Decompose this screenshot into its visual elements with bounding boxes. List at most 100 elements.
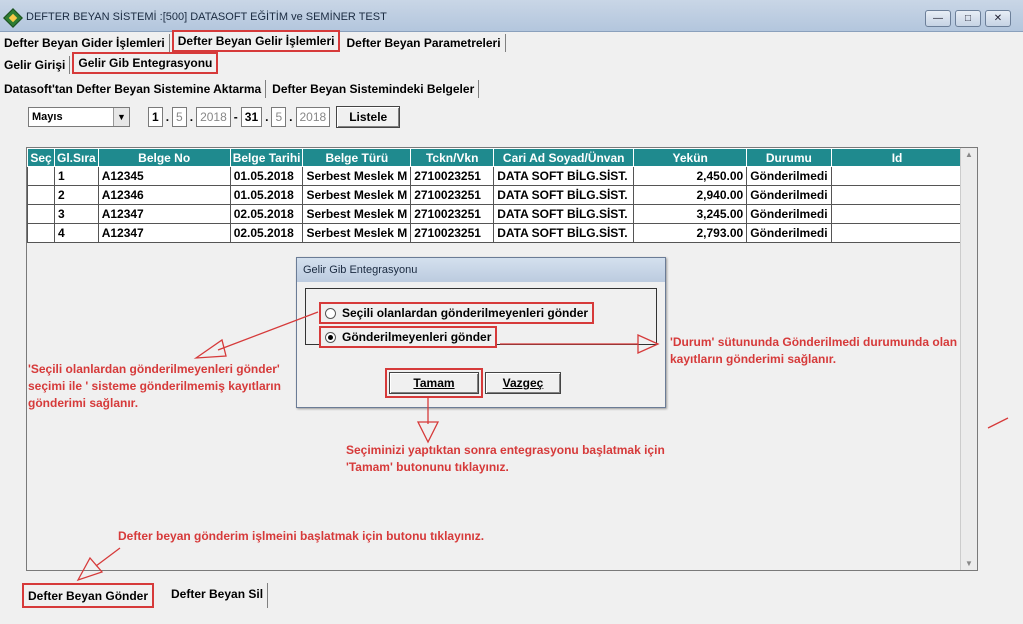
id-cell	[830, 185, 964, 205]
column-header[interactable]: Cari Ad Soyad/Ünvan	[493, 148, 635, 167]
cari-ad-cell: DATA SOFT BİLG.SİST.	[493, 204, 635, 224]
radio-selected-unsent[interactable]: Seçili olanlardan gönderilmeyenleri gönd…	[319, 302, 595, 324]
durum-cell: Gönderilmedi	[746, 166, 832, 186]
app-logo-icon	[3, 8, 23, 28]
radio-off-icon	[325, 307, 336, 319]
column-header[interactable]: Gl.Sıra	[54, 148, 99, 167]
cari-ad-cell: DATA SOFT BİLG.SİST.	[493, 223, 635, 243]
stray-mark-line	[987, 417, 1009, 429]
tab-aktarma[interactable]: Datasoft'tan Defter Beyan Sistemine Akta…	[0, 80, 267, 98]
column-header[interactable]: Tckn/Vkn	[410, 148, 495, 167]
cancel-label: Vazgeç	[502, 376, 544, 390]
id-cell	[830, 166, 964, 186]
tab-parametreler[interactable]: Defter Beyan Parametreleri	[342, 34, 506, 52]
table-row[interactable]: 1 A12345 01.05.2018 Serbest Meslek M 271…	[27, 166, 964, 186]
select-cell[interactable]	[27, 223, 55, 243]
defter-beyan-sil-button[interactable]: Defter Beyan Sil	[167, 583, 269, 608]
column-header[interactable]: Belge Tarihi	[229, 148, 304, 167]
scroll-down-icon[interactable]: ▼	[961, 559, 977, 568]
option-group: Seçili olanlardan gönderilmeyenleri gönd…	[305, 288, 657, 348]
scroll-up-icon[interactable]: ▲	[961, 148, 977, 162]
annotation-line: kayıtların gönderimi sağlanır.	[670, 352, 837, 366]
ok-button[interactable]: Tamam	[385, 368, 483, 398]
tab-gib-entegrasyonu[interactable]: Gelir Gib Entegrasyonu	[72, 52, 219, 74]
tab-sistemdeki-belgeler[interactable]: Defter Beyan Sistemindeki Belgeler	[268, 80, 480, 98]
cancel-button[interactable]: Vazgeç	[485, 372, 561, 394]
month-value: Mayıs	[32, 111, 63, 123]
belge-tarihi-cell: 01.05.2018	[229, 166, 304, 186]
defter-beyan-gonder-button[interactable]: Defter Beyan Gönder	[22, 583, 155, 608]
filter-row: Mayıs ▼ 1 . 5 . 2018 - 31 . 5 . 2018 Lis…	[28, 106, 401, 128]
column-header[interactable]: Belge No	[97, 148, 231, 167]
yekun-cell: 3,245.00	[633, 204, 748, 224]
sub-tab-bar: Gelir Girişi Gelir Gib Entegrasyonu	[0, 52, 220, 74]
tckn-cell: 2710023251	[410, 204, 495, 224]
tckn-cell: 2710023251	[410, 166, 495, 186]
sira-cell: 4	[54, 223, 99, 243]
annotation-line: seçimi ile ' sisteme gönderilmemiş kayıt…	[28, 379, 281, 393]
records-table: Seç Gl.Sıra Belge No Belge Tarihi Belge …	[27, 148, 964, 243]
column-header[interactable]: Seç	[27, 148, 55, 167]
annotation-line: gönderimi sağlanır.	[28, 396, 139, 410]
table-row[interactable]: 4 A12347 02.05.2018 Serbest Meslek M 271…	[27, 223, 964, 243]
radio-label: Gönderilmeyenleri gönder	[342, 330, 492, 344]
id-cell	[830, 223, 964, 243]
close-button[interactable]: ✕	[985, 10, 1011, 27]
annotation-right: 'Durum' sütununda Gönderilmedi durumunda…	[670, 334, 957, 368]
durum-cell: Gönderilmedi	[746, 223, 832, 243]
end-day-field[interactable]: 31	[240, 107, 263, 127]
sira-cell: 1	[54, 166, 99, 186]
month-select[interactable]: Mayıs ▼	[28, 107, 130, 127]
select-cell[interactable]	[27, 166, 55, 186]
annotation-line: 'Tamam' butonunu tıklayınız.	[346, 460, 509, 474]
belge-no-cell: A12347	[97, 223, 231, 243]
column-header[interactable]: Id	[830, 148, 964, 167]
chevron-down-icon[interactable]: ▼	[113, 108, 129, 126]
annotation-line: 'Seçili olanlardan gönderilmeyenleri gön…	[28, 362, 280, 376]
belge-no-cell: A12346	[97, 185, 231, 205]
vertical-scrollbar[interactable]: ▲ ▼	[960, 148, 977, 570]
yekun-cell: 2,940.00	[633, 185, 748, 205]
start-month-field[interactable]: 5	[172, 107, 187, 127]
tab-gider-islemleri[interactable]: Defter Beyan Gider İşlemleri	[0, 34, 170, 52]
belge-tarihi-cell: 02.05.2018	[229, 204, 304, 224]
sira-cell: 3	[54, 204, 99, 224]
durum-cell: Gönderilmedi	[746, 204, 832, 224]
belge-tarihi-cell: 02.05.2018	[229, 223, 304, 243]
gib-integration-dialog: Gelir Gib Entegrasyonu Seçili olanlardan…	[296, 257, 666, 408]
durum-cell: Gönderilmedi	[746, 185, 832, 205]
radio-all-unsent[interactable]: Gönderilmeyenleri gönder	[319, 326, 498, 348]
select-cell[interactable]	[27, 185, 55, 205]
tab-gelir-girisi[interactable]: Gelir Girişi	[0, 56, 71, 74]
select-cell[interactable]	[27, 204, 55, 224]
column-header[interactable]: Belge Türü	[302, 148, 412, 167]
end-year-field[interactable]: 2018	[295, 107, 331, 127]
end-month-field[interactable]: 5	[271, 107, 287, 127]
radio-on-icon	[325, 331, 336, 343]
annotation-line: 'Durum' sütununda Gönderilmedi durumunda…	[670, 335, 958, 349]
annotation-line: Seçiminizi yaptıktan sonra entegrasyonu …	[346, 443, 665, 457]
belge-no-cell: A12347	[97, 204, 231, 224]
column-header[interactable]: Durumu	[746, 148, 832, 167]
belge-turu-cell: Serbest Meslek M	[302, 185, 412, 205]
table-row[interactable]: 3 A12347 02.05.2018 Serbest Meslek M 271…	[27, 204, 964, 224]
minimize-button[interactable]: —	[925, 10, 951, 27]
belge-turu-cell: Serbest Meslek M	[302, 166, 412, 186]
tab-gelir-islemleri[interactable]: Defter Beyan Gelir İşlemleri	[171, 30, 341, 52]
window-title: DEFTER BEYAN SİSTEMİ :[500] DATASOFT EĞİ…	[26, 11, 387, 23]
sira-cell: 2	[54, 185, 99, 205]
maximize-button[interactable]: □	[955, 10, 981, 27]
dialog-title: Gelir Gib Entegrasyonu	[297, 258, 665, 282]
yekun-cell: 2,450.00	[633, 166, 748, 186]
start-day-field[interactable]: 1	[148, 107, 163, 127]
table-row[interactable]: 2 A12346 01.05.2018 Serbest Meslek M 271…	[27, 185, 964, 205]
sub-sub-tab-bar: Datasoft'tan Defter Beyan Sistemine Akta…	[0, 78, 481, 98]
list-button[interactable]: Listele	[336, 106, 401, 128]
ok-label: Tamam	[413, 376, 455, 390]
start-year-field[interactable]: 2018	[196, 107, 231, 127]
radio-label: Seçili olanlardan gönderilmeyenleri gönd…	[342, 306, 589, 320]
yekun-cell: 2,793.00	[633, 223, 748, 243]
column-header[interactable]: Yekün	[633, 148, 748, 167]
cari-ad-cell: DATA SOFT BİLG.SİST.	[493, 185, 635, 205]
cari-ad-cell: DATA SOFT BİLG.SİST.	[493, 166, 635, 186]
